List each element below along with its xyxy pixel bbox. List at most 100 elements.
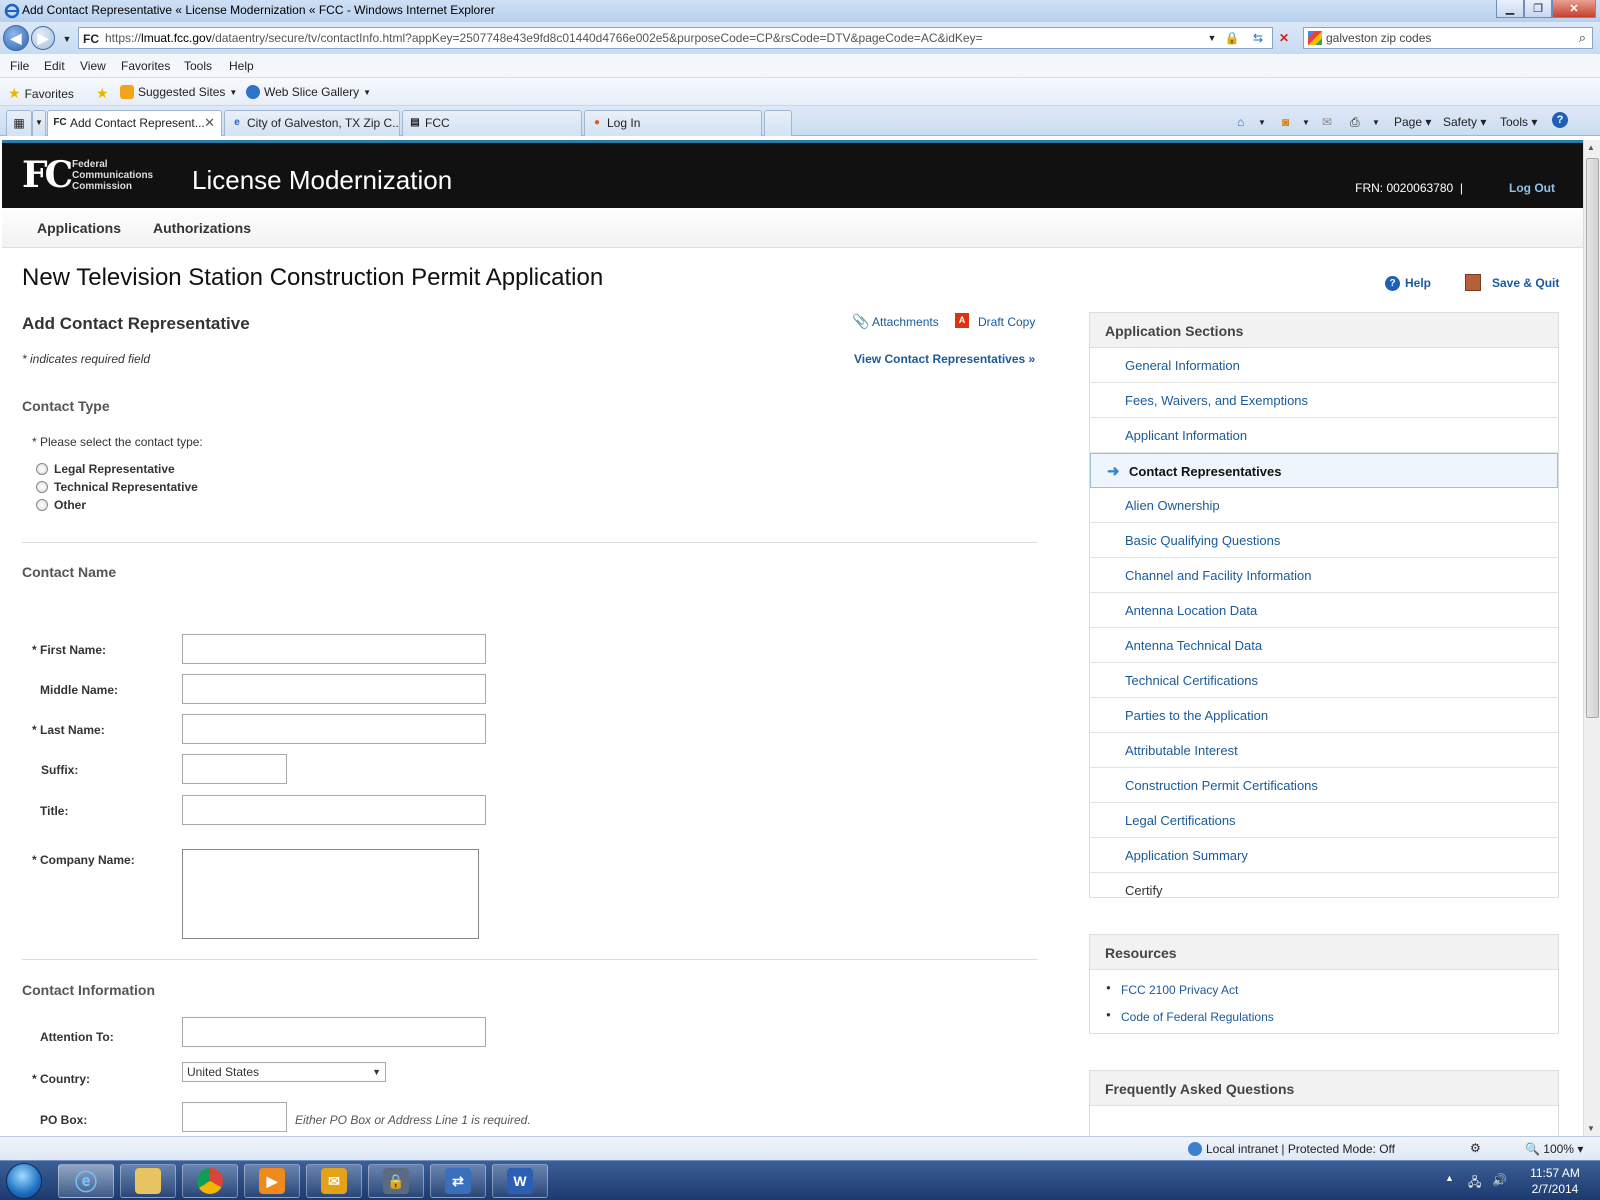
logout-link[interactable]: Log Out (1509, 181, 1555, 195)
sidebar-item-contact-representatives[interactable]: ➜ Contact Representatives (1090, 453, 1558, 488)
title-input[interactable] (182, 795, 486, 825)
web-slice-gallery-button[interactable]: Web Slice Gallery ▼ (246, 85, 371, 99)
stop-icon[interactable]: ✕ (1274, 28, 1294, 48)
zoom-level[interactable]: 🔍 100% ▾ (1525, 1142, 1583, 1156)
help-circle-icon[interactable]: ? (1385, 276, 1400, 291)
chevron-down-icon[interactable]: ▼ (1258, 118, 1266, 127)
volume-icon[interactable]: 🔊 (1492, 1173, 1507, 1187)
save-quit-link[interactable]: Save & Quit (1492, 276, 1559, 290)
taskbar-security[interactable]: 🔒 (368, 1164, 424, 1198)
help-icon[interactable]: ? (1552, 112, 1568, 128)
taskbar-internet-explorer[interactable]: ⓔ (58, 1164, 114, 1198)
sidebar-item-channel-facility[interactable]: Channel and Facility Information (1090, 558, 1558, 593)
last-name-input[interactable] (182, 714, 486, 744)
taskbar-word[interactable]: W (492, 1164, 548, 1198)
suffix-input[interactable] (182, 754, 287, 784)
security-zone[interactable]: Local intranet | Protected Mode: Off (1206, 1142, 1395, 1156)
minimize-button[interactable]: ▁ (1496, 0, 1524, 18)
sidebar-item-parties[interactable]: Parties to the Application (1090, 698, 1558, 733)
nav-authorizations[interactable]: Authorizations (153, 220, 251, 236)
sidebar-item-antenna-location[interactable]: Antenna Location Data (1090, 593, 1558, 628)
resource-privacy-act-link[interactable]: FCC 2100 Privacy Act (1090, 983, 1558, 997)
radio-legal-representative[interactable]: Legal Representative (36, 462, 175, 476)
close-window-button[interactable]: ✕ (1552, 0, 1596, 18)
radio-technical-representative[interactable]: Technical Representative (36, 480, 198, 494)
address-dropdown-icon[interactable]: ▼ (1202, 28, 1222, 48)
system-clock[interactable]: 11:57 AM 2/7/2014 (1520, 1165, 1590, 1197)
safety-menu-button[interactable]: Safety ▾ (1443, 115, 1486, 129)
new-tab-button[interactable] (764, 110, 792, 136)
sidebar-item-technical-certifications[interactable]: Technical Certifications (1090, 663, 1558, 698)
lock-icon[interactable]: 🔒 (1222, 28, 1242, 48)
taskbar-chrome[interactable] (182, 1164, 238, 1198)
tab-fcc[interactable]: ▤ FCC (402, 110, 582, 136)
radio-button[interactable] (36, 481, 48, 493)
sidebar-item-application-summary[interactable]: Application Summary (1090, 838, 1558, 873)
sidebar-item-applicant-information[interactable]: Applicant Information (1090, 418, 1558, 453)
tools-menu-button[interactable]: Tools ▾ (1500, 115, 1537, 129)
menu-favorites[interactable]: Favorites (121, 59, 170, 73)
refresh-icon[interactable]: ⇆ (1248, 28, 1268, 48)
door-icon[interactable] (1465, 274, 1481, 291)
tab-log-in[interactable]: ● Log In (584, 110, 762, 136)
start-button[interactable] (6, 1163, 42, 1199)
quick-tabs-button[interactable]: ▦ (6, 110, 32, 136)
attention-to-input[interactable] (182, 1017, 486, 1047)
taskbar-remote-desktop[interactable]: ⇄ (430, 1164, 486, 1198)
sidebar-item-legal-certifications[interactable]: Legal Certifications (1090, 803, 1558, 838)
menu-view[interactable]: View (80, 59, 106, 73)
sidebar-item-alien-ownership[interactable]: Alien Ownership (1090, 488, 1558, 523)
chevron-down-icon[interactable]: ▼ (1302, 118, 1310, 127)
radio-other[interactable]: Other (36, 498, 86, 512)
back-button[interactable]: ◀ (3, 25, 29, 51)
search-input[interactable]: galveston zip codes ⌕ (1303, 27, 1593, 49)
resource-cfr-link[interactable]: Code of Federal Regulations (1090, 1010, 1558, 1024)
taskbar-explorer[interactable] (120, 1164, 176, 1198)
menu-help[interactable]: Help (229, 59, 254, 73)
menu-edit[interactable]: Edit (44, 59, 65, 73)
attachments-link[interactable]: Attachments (872, 315, 939, 329)
pdf-icon[interactable]: A (955, 313, 969, 328)
sidebar-item-cp-certifications[interactable]: Construction Permit Certifications (1090, 768, 1558, 803)
tab-list-button[interactable]: ▼ (32, 110, 46, 136)
network-icon[interactable]: 🖧 (1468, 1173, 1481, 1194)
scrollbar-thumb[interactable] (1586, 158, 1599, 718)
tab-galveston[interactable]: e City of Galveston, TX Zip C... (224, 110, 400, 136)
fcc-logo[interactable]: FC (22, 157, 73, 193)
vertical-scrollbar[interactable]: ▲ ▼ (1583, 140, 1600, 1136)
history-dropdown-icon[interactable]: ▼ (57, 29, 77, 49)
page-menu-button[interactable]: Page ▾ (1394, 115, 1431, 129)
favorites-button[interactable]: ★ Favorites (8, 85, 74, 102)
view-contact-reps-link[interactable]: View Contact Representatives » (854, 352, 1035, 366)
nav-applications[interactable]: Applications (37, 220, 121, 236)
taskbar-media-player[interactable]: ▶ (244, 1164, 300, 1198)
address-input[interactable]: FC https://lmuat.fcc.gov/dataentry/secure… (78, 27, 1273, 49)
chevron-down-icon[interactable]: ▼ (1372, 118, 1380, 127)
sidebar-item-attributable-interest[interactable]: Attributable Interest (1090, 733, 1558, 768)
scroll-down-icon[interactable]: ▼ (1587, 1124, 1595, 1133)
sidebar-item-antenna-technical[interactable]: Antenna Technical Data (1090, 628, 1558, 663)
print-icon[interactable]: ⎙ (1350, 115, 1360, 130)
mail-icon[interactable]: ✉ (1322, 115, 1332, 129)
add-to-favorites-button[interactable]: ★ (96, 85, 109, 102)
radio-button[interactable] (36, 463, 48, 475)
home-icon[interactable]: ⌂ (1237, 115, 1244, 129)
sidebar-item-fees-waivers[interactable]: Fees, Waivers, and Exemptions (1090, 383, 1558, 418)
po-box-input[interactable] (182, 1102, 287, 1132)
forward-button[interactable]: ▶ (31, 26, 55, 50)
search-icon[interactable]: ⌕ (1579, 28, 1586, 48)
middle-name-input[interactable] (182, 674, 486, 704)
country-select[interactable]: United States ▼ (182, 1062, 386, 1082)
draft-copy-link[interactable]: Draft Copy (978, 315, 1035, 329)
suggested-sites-button[interactable]: Suggested Sites ▼ (120, 85, 237, 99)
help-link[interactable]: Help (1405, 276, 1431, 290)
taskbar-outlook[interactable]: ✉ (306, 1164, 362, 1198)
scroll-up-icon[interactable]: ▲ (1587, 143, 1595, 152)
menu-file[interactable]: File (10, 59, 29, 73)
radio-button[interactable] (36, 499, 48, 511)
maximize-button[interactable]: ❐ (1524, 0, 1552, 18)
sidebar-item-basic-qualifying-questions[interactable]: Basic Qualifying Questions (1090, 523, 1558, 558)
company-name-textarea[interactable] (182, 849, 479, 939)
first-name-input[interactable] (182, 634, 486, 664)
sidebar-item-general-information[interactable]: General Information (1090, 348, 1558, 383)
